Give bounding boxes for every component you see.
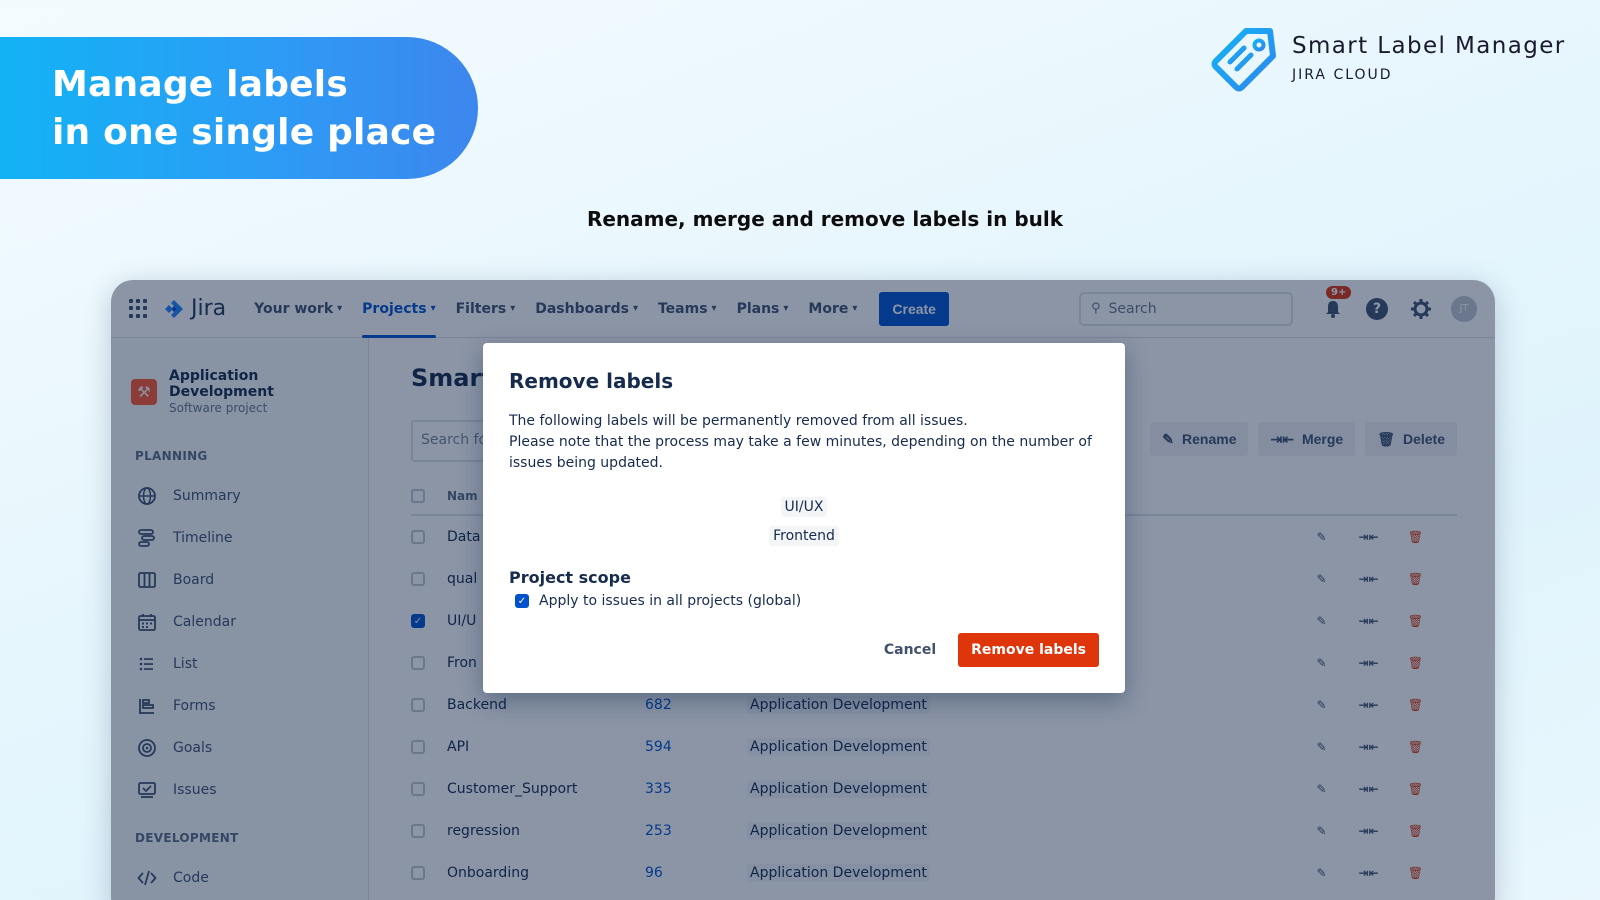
remove-labels-dialog: Remove labels The following labels will … bbox=[483, 343, 1125, 693]
global-scope-checkbox[interactable]: ✓ bbox=[515, 594, 529, 608]
tagline: Rename, merge and remove labels in bulk bbox=[586, 207, 1064, 231]
global-scope-option[interactable]: ✓ Apply to issues in all projects (globa… bbox=[515, 593, 1099, 609]
label-chip: Frontend bbox=[769, 526, 839, 546]
brand-name: Smart Label Manager bbox=[1292, 33, 1566, 59]
hero-line-2: in one single place bbox=[52, 112, 437, 153]
cancel-button[interactable]: Cancel bbox=[884, 642, 936, 658]
hero-banner: Manage labels in one single place bbox=[0, 37, 478, 179]
labels-to-remove: UI/UX Frontend bbox=[509, 496, 1099, 554]
tag-icon bbox=[1211, 28, 1276, 92]
label-chip: UI/UX bbox=[780, 497, 828, 517]
brand-subtitle: JIRA CLOUD bbox=[1292, 67, 1393, 83]
dialog-title: Remove labels bbox=[509, 369, 674, 393]
dialog-footer: Cancel Remove labels bbox=[884, 633, 1099, 667]
dialog-message-1: The following labels will be permanently… bbox=[509, 413, 968, 429]
brand-logo: Smart Label Manager JIRA CLOUD bbox=[1210, 26, 1566, 96]
hero-line-1: Manage labels bbox=[52, 64, 348, 105]
dialog-message-2: Please note that the process may take a … bbox=[509, 434, 1092, 471]
remove-labels-button[interactable]: Remove labels bbox=[958, 633, 1099, 667]
scope-option-label: Apply to issues in all projects (global) bbox=[539, 593, 802, 609]
scope-title: Project scope bbox=[509, 568, 631, 587]
